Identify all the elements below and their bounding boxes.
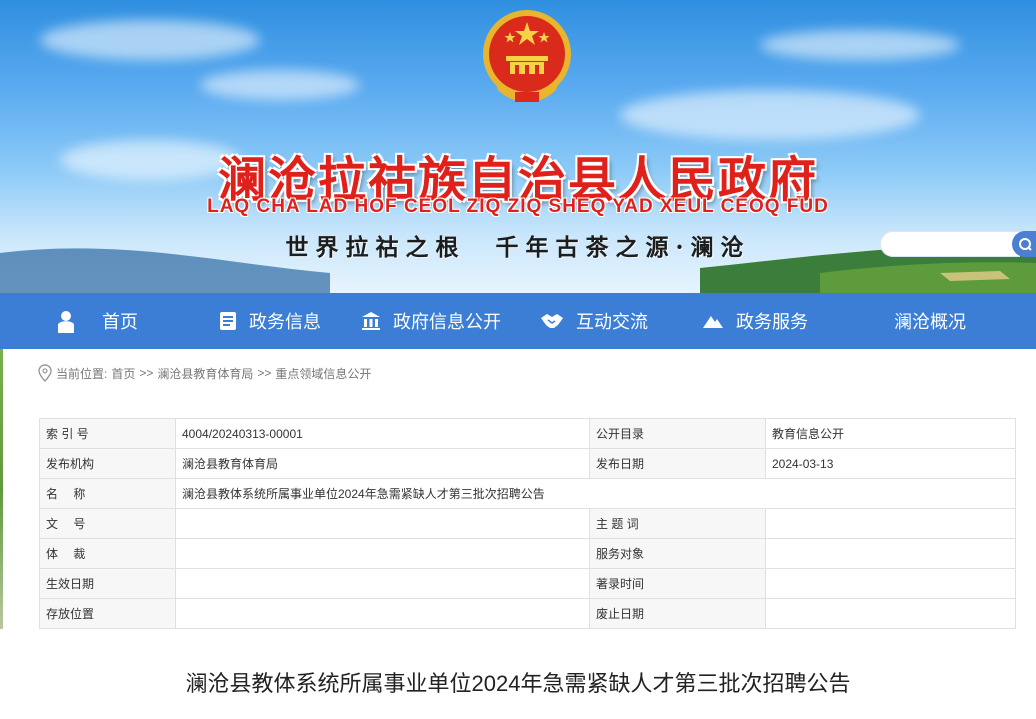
meta-label-audience: 服务对象: [589, 538, 766, 569]
meta-label-publisher: 发布机构: [39, 448, 176, 479]
table-row: 发布机构 澜沧县教育体育局 发布日期 2024-03-13: [39, 448, 1016, 479]
meta-value-doc-no: [175, 508, 590, 539]
search-input[interactable]: [881, 232, 1001, 256]
nav-item-government-news[interactable]: 政务信息: [219, 293, 321, 349]
nav-label: 互动交流: [576, 312, 648, 332]
meta-value-keywords: [765, 508, 1016, 539]
main-nav: 首页 政务信息 政府信息公开 互动交流 政务服务 澜沧概况: [0, 293, 1036, 349]
meta-label-doc-no: 文 号: [39, 508, 176, 539]
table-row: 体 裁 服务对象: [39, 538, 1016, 569]
meta-label-expiry-date: 废止日期: [589, 598, 766, 629]
breadcrumb-section-link[interactable]: 重点领域信息公开: [275, 365, 371, 382]
national-emblem-icon: [483, 10, 571, 102]
article-title: 澜沧县教体系统所属事业单位2024年急需紧缺人才第三批次招聘公告: [185, 671, 851, 696]
meta-label-publish-date: 发布日期: [589, 448, 766, 479]
document-icon: [220, 312, 236, 330]
table-row: 索 引 号 4004/20240313-00001 公开目录 教育信息公开: [39, 418, 1016, 449]
table-row: 存放位置 废止日期: [39, 598, 1016, 629]
document-meta-table: 索 引 号 4004/20240313-00001 公开目录 教育信息公开 发布…: [39, 418, 1016, 629]
meta-label-name: 名 称: [39, 478, 176, 509]
cloud: [40, 20, 260, 60]
nav-item-services[interactable]: 政务服务: [702, 293, 808, 349]
building-icon: [362, 312, 380, 330]
search-icon: [1019, 238, 1032, 251]
home-icon: [58, 311, 74, 333]
meta-label-storage-location: 存放位置: [39, 598, 176, 629]
meta-value-publish-date: 2024-03-13: [765, 448, 1016, 479]
nav-label: 政府信息公开: [393, 312, 501, 332]
nav-item-overview[interactable]: 澜沧概况: [894, 293, 966, 349]
breadcrumb-home-link[interactable]: 首页: [111, 365, 135, 382]
meta-value-storage-location: [175, 598, 590, 629]
location-pin-icon: [38, 364, 52, 382]
side-decoration-strip: [0, 349, 3, 629]
site-subtitle: LAQ CHA LAD HOF CEOL ZIQ ZIQ SHEQ YAD XE…: [207, 196, 829, 217]
nav-label: 政务信息: [249, 312, 321, 332]
breadcrumb-separator: >>: [139, 366, 154, 380]
meta-value-name: 澜沧县教体系统所属事业单位2024年急需紧缺人才第三批次招聘公告: [175, 478, 1016, 509]
search-button[interactable]: [1012, 231, 1036, 257]
nav-label: 澜沧概况: [894, 312, 966, 332]
breadcrumb: 当前位置: 首页 >> 澜沧县教育体育局 >> 重点领域信息公开: [38, 363, 371, 383]
table-row: 名 称 澜沧县教体系统所属事业单位2024年急需紧缺人才第三批次招聘公告: [39, 478, 1016, 509]
breadcrumb-prefix: 当前位置:: [56, 366, 108, 381]
meta-label-catalog: 公开目录: [589, 418, 766, 449]
nav-item-home[interactable]: 首页: [56, 293, 138, 349]
meta-value-index-no: 4004/20240313-00001: [175, 418, 590, 449]
nav-label: 首页: [102, 312, 138, 332]
nav-item-interaction[interactable]: 互动交流: [540, 293, 648, 349]
cloud: [620, 90, 920, 140]
search-box: [880, 231, 1020, 257]
meta-value-record-time: [765, 568, 1016, 599]
meta-value-publisher: 澜沧县教育体育局: [175, 448, 590, 479]
nav-label: 政务服务: [736, 312, 808, 332]
meta-value-expiry-date: [765, 598, 1016, 629]
cloud: [200, 70, 360, 100]
nav-item-gov-info-disclosure[interactable]: 政府信息公开: [361, 293, 501, 349]
breadcrumb-separator: >>: [257, 366, 272, 380]
meta-value-catalog: 教育信息公开: [765, 418, 1016, 449]
meta-value-audience: [765, 538, 1016, 569]
meta-value-effective-date: [175, 568, 590, 599]
meta-value-genre: [175, 538, 590, 569]
handshake-icon: [541, 314, 563, 328]
meta-label-keywords: 主 题 词: [589, 508, 766, 539]
mountain-icon: [703, 316, 723, 328]
cloud: [760, 30, 960, 60]
table-row: 文 号 主 题 词: [39, 508, 1016, 539]
meta-label-record-time: 著录时间: [589, 568, 766, 599]
meta-label-index-no: 索 引 号: [39, 418, 176, 449]
table-row: 生效日期 著录时间: [39, 568, 1016, 599]
meta-label-effective-date: 生效日期: [39, 568, 176, 599]
breadcrumb-bureau-link[interactable]: 澜沧县教育体育局: [157, 365, 253, 382]
meta-label-genre: 体 裁: [39, 538, 176, 569]
